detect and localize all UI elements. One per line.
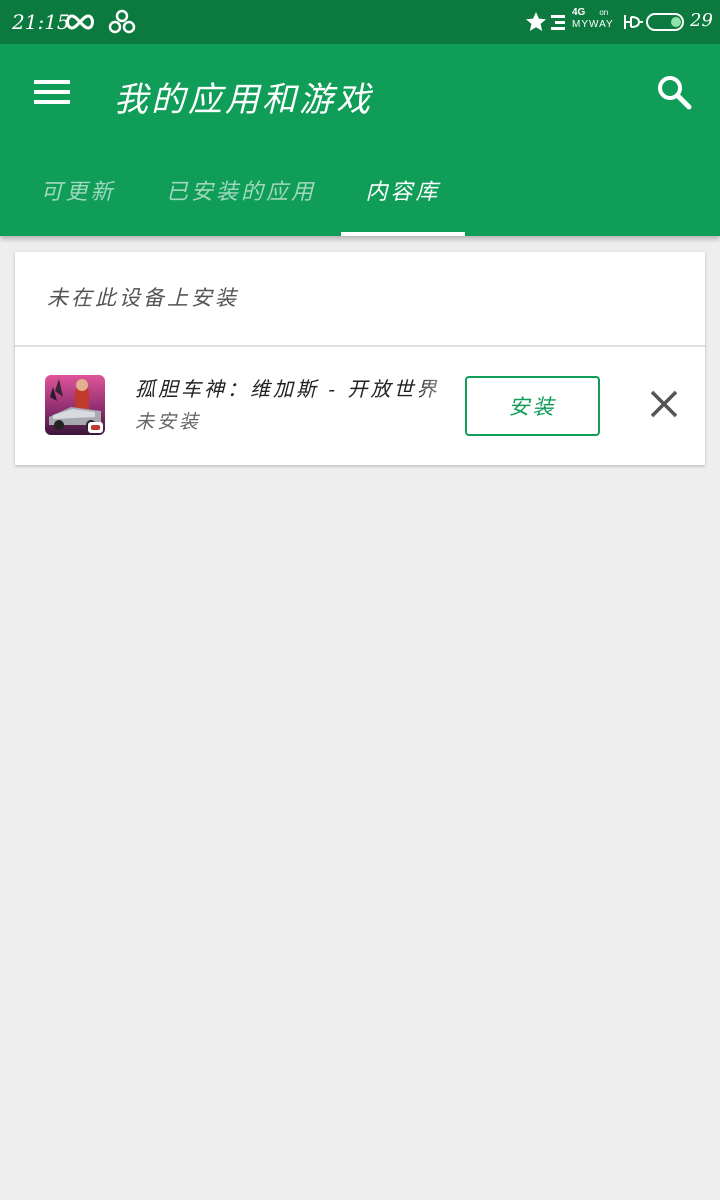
network-type: 4G	[572, 7, 586, 18]
search-icon	[656, 74, 692, 114]
name-fade	[415, 367, 467, 407]
library-card: 未在此设备上安装 孤胆车神：维加斯 - 开放世界 未安装 安装	[15, 252, 705, 465]
install-button[interactable]: 安装	[465, 376, 600, 436]
tab-bar: 可更新 已安装的应用 内容库	[0, 144, 720, 236]
tab-updates[interactable]: 可更新	[20, 144, 136, 236]
search-button[interactable]	[648, 68, 700, 120]
network-indicator: 4G on MYWAY	[572, 7, 614, 31]
battery-icon	[646, 8, 686, 36]
battery-level: 29	[690, 10, 713, 31]
status-bar: 21:15 4G on MYWAY 29	[0, 0, 720, 44]
infinity-icon	[64, 8, 96, 36]
cloud-icon	[108, 8, 136, 36]
hamburger-menu-icon	[34, 79, 70, 109]
network-extra: on	[599, 8, 609, 17]
list-icon	[549, 8, 567, 36]
star-icon	[524, 8, 548, 36]
page-title: 我的应用和游戏	[114, 80, 373, 120]
app-bar: 我的应用和游戏 可更新 已安装的应用 内容库	[0, 44, 720, 236]
dismiss-button[interactable]	[643, 385, 685, 427]
app-status: 未安装	[135, 411, 202, 433]
close-icon	[650, 390, 678, 422]
menu-button[interactable]	[28, 68, 76, 120]
carrier-name: MYWAY	[572, 19, 614, 30]
tab-installed[interactable]: 已安装的应用	[152, 144, 330, 236]
active-tab-indicator	[341, 232, 465, 236]
status-time: 21:15	[12, 10, 70, 34]
charging-icon	[622, 8, 644, 36]
game-app-icon	[45, 375, 105, 435]
tab-library[interactable]: 内容库	[341, 144, 465, 236]
list-item[interactable]: 孤胆车神：维加斯 - 开放世界 未安装 安装	[15, 347, 705, 465]
section-title: 未在此设备上安装	[47, 286, 239, 310]
